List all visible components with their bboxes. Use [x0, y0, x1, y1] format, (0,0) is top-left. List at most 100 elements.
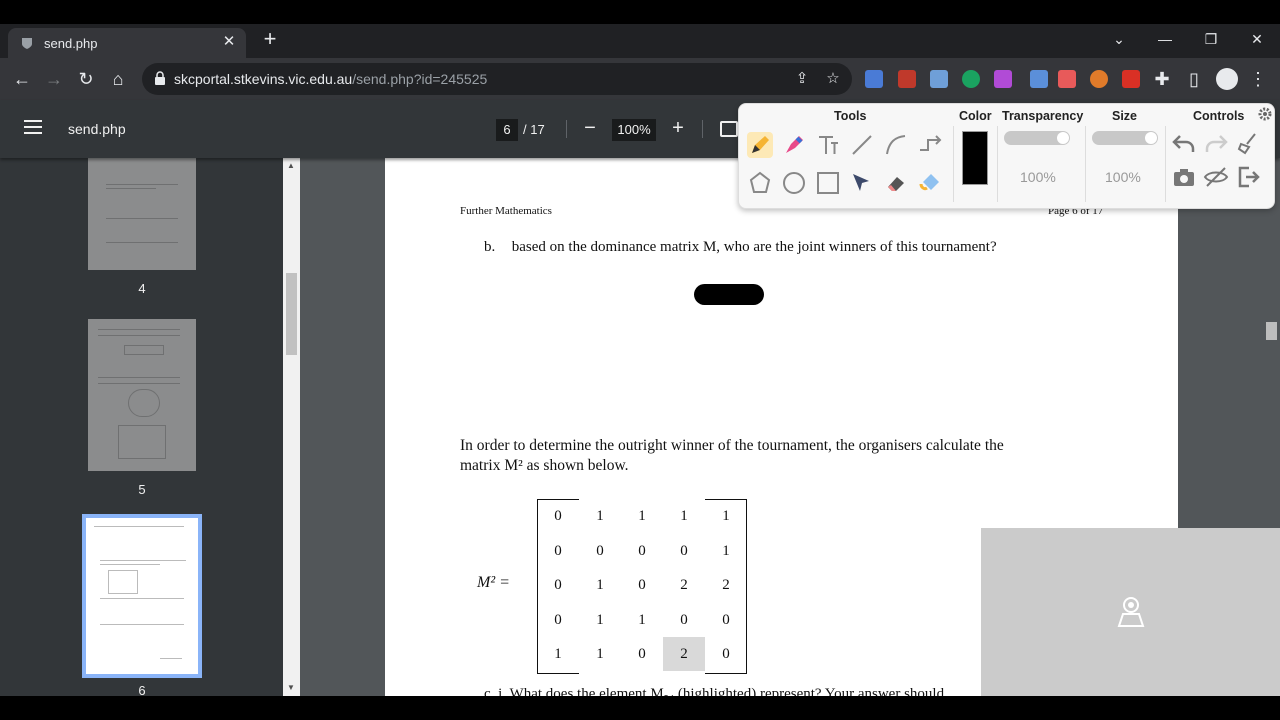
controls-header: Controls [1193, 109, 1245, 123]
back-icon[interactable]: ← [10, 67, 34, 91]
tools-header: Tools [834, 109, 867, 123]
thumbnail-number: 5 [138, 482, 146, 497]
hamburger-menu-icon[interactable] [24, 120, 42, 134]
sidebar-scroll-thumb[interactable] [286, 273, 297, 355]
matrix-cell: 0 [554, 508, 562, 524]
transparency-header: Transparency [1002, 109, 1084, 123]
matrix-cell: 0 [680, 611, 688, 628]
scroll-up-arrow-icon[interactable]: ▲ [287, 161, 295, 170]
line-tool-icon[interactable] [849, 132, 875, 158]
question-b-text: based on the dominance matrix M, who are… [511, 239, 997, 255]
webcam-overlay [981, 528, 1280, 696]
matrix-cell: 0 [596, 542, 604, 559]
book-extension-icon[interactable] [898, 70, 916, 88]
toolbar-divider [702, 120, 703, 138]
rectangle-tool-icon[interactable] [815, 170, 841, 196]
close-window-button[interactable]: ✕ [1234, 24, 1280, 54]
matrix-cell: 1 [638, 508, 646, 524]
pencil-icon[interactable] [747, 132, 773, 158]
sidebar-scrollbar[interactable]: ▲ ▼ [283, 158, 300, 696]
matrix-cell: 2 [663, 637, 705, 671]
matrix-cell: 1 [680, 508, 688, 524]
thumbnail-page-6-selected[interactable] [82, 514, 202, 678]
screencast-extension-icon[interactable] [1058, 70, 1076, 88]
matrix-cell: 0 [554, 611, 562, 628]
question-c: c. i. What does the element M₅₄ (highlig… [484, 686, 945, 696]
matrix-intro-paragraph: In order to determine the outright winne… [460, 436, 1100, 476]
curve-tool-icon[interactable] [883, 132, 909, 158]
side-panel-icon[interactable]: ▯ [1182, 67, 1206, 91]
translate-extension-icon[interactable] [865, 70, 883, 88]
clear-broom-icon[interactable] [1235, 130, 1261, 156]
size-slider[interactable] [1092, 131, 1158, 145]
reader-extension-icon[interactable] [930, 70, 948, 88]
page-number-input[interactable]: 6 [496, 119, 518, 141]
address-bar[interactable]: skcportal.stkevins.vic.edu.au/send.php?i… [142, 63, 852, 95]
fit-page-icon[interactable] [720, 121, 738, 137]
bookmark-star-icon[interactable]: ☆ [823, 69, 843, 89]
reload-icon[interactable]: ↻ [74, 67, 98, 91]
profile-avatar[interactable] [1216, 68, 1238, 90]
exit-icon[interactable] [1235, 164, 1261, 190]
text-tool-icon[interactable] [815, 132, 841, 158]
forward-icon[interactable]: → [42, 67, 66, 91]
new-tab-button[interactable]: + [258, 28, 282, 52]
paragraph-line-2: matrix M² as shown below. [460, 457, 629, 474]
home-icon[interactable]: ⌂ [106, 67, 130, 91]
section-divider [1085, 126, 1086, 202]
thumbnail-number: 4 [138, 281, 146, 296]
pen-extension-icon[interactable] [1030, 70, 1048, 88]
scroll-down-arrow-icon[interactable]: ▼ [287, 683, 295, 692]
ink-scribble [694, 284, 764, 305]
matrix-m-squared: 0111100001010220110011020 [537, 499, 747, 674]
matrix-cell: 1 [596, 577, 604, 593]
ball-extension-icon[interactable] [1090, 70, 1108, 88]
camera-icon[interactable] [1171, 164, 1197, 190]
matrix-cell: 1 [722, 508, 730, 524]
zoom-level-input[interactable]: 100% [612, 119, 656, 141]
fill-bucket-icon[interactable] [917, 170, 943, 196]
thumbnail-page-5[interactable] [88, 319, 196, 471]
zoom-in-button[interactable]: + [667, 117, 689, 139]
eraser-icon[interactable] [883, 170, 909, 196]
matrix-cell: 0 [722, 611, 730, 628]
question-b-label: b. [484, 239, 496, 255]
matrix-cell: 0 [554, 577, 562, 593]
annotation-toolbar: Tools Color Transparency Size Controls 1… [738, 103, 1275, 209]
select-pointer-icon[interactable] [849, 170, 875, 196]
connector-tool-icon[interactable] [917, 132, 943, 158]
puzzle-extension-icon[interactable] [994, 70, 1012, 88]
tab-search-icon[interactable]: ⌄ [1096, 24, 1142, 54]
extensions-puzzle-icon[interactable]: ✚ [1150, 67, 1174, 91]
minimize-button[interactable]: — [1142, 24, 1188, 54]
matrix-cell: 0 [722, 646, 730, 662]
viewer-scroll-thumb[interactable] [1266, 322, 1277, 340]
matrix-cell: 0 [638, 577, 646, 593]
settings-gear-icon[interactable] [1257, 106, 1273, 122]
matrix-cell: 1 [596, 508, 604, 524]
thumbnail-page-4[interactable] [88, 158, 196, 270]
matrix-cell: 1 [722, 542, 730, 559]
undo-icon[interactable] [1171, 130, 1197, 156]
color-swatch[interactable] [962, 131, 988, 185]
tab-title: send.php [44, 36, 98, 51]
grammarly-extension-icon[interactable] [962, 70, 980, 88]
transparency-slider-knob[interactable] [1057, 132, 1069, 144]
share-icon[interactable]: ⇪ [792, 69, 812, 89]
close-tab-icon[interactable]: ✕ [220, 33, 238, 51]
transparency-slider[interactable] [1004, 131, 1070, 145]
highlighter-icon[interactable] [781, 132, 807, 158]
size-header: Size [1112, 109, 1138, 123]
polygon-tool-icon[interactable] [747, 170, 773, 196]
browser-tab[interactable]: send.php ✕ [8, 28, 246, 58]
zoom-out-button[interactable]: − [579, 117, 601, 139]
size-slider-knob[interactable] [1145, 132, 1157, 144]
circle-tool-icon[interactable] [781, 170, 807, 196]
mail-extension-icon[interactable] [1122, 70, 1140, 88]
screen: send.php ✕ + ⌄ — ❐ ✕ ← → ↻ ⌂ skcportal.s… [0, 0, 1280, 720]
redo-icon[interactable] [1203, 130, 1229, 156]
letterbox-bar [0, 696, 1280, 720]
hide-eye-icon[interactable] [1203, 164, 1229, 190]
restore-button[interactable]: ❐ [1188, 24, 1234, 54]
more-menu-icon[interactable]: ⋮ [1246, 67, 1270, 91]
